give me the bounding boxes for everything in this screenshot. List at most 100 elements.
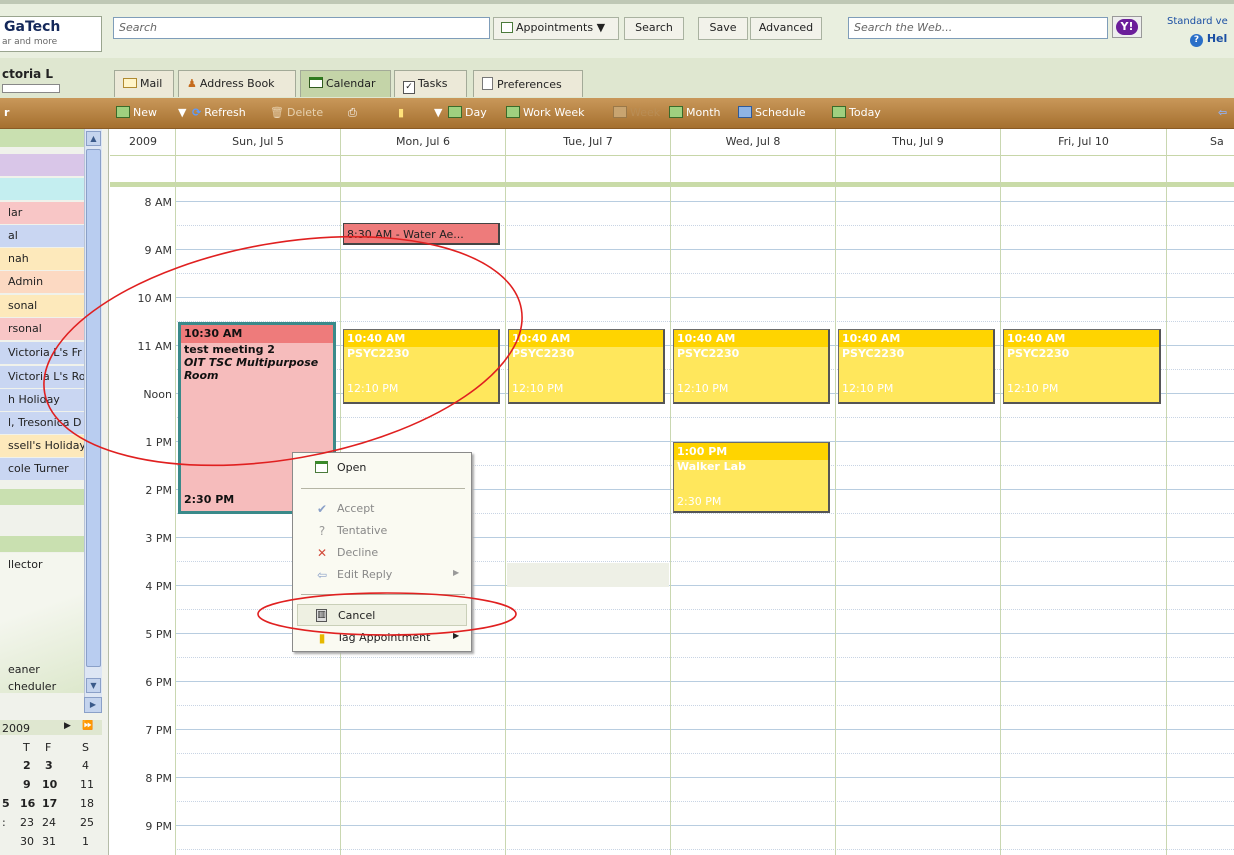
appointment-end: 12:10 PM	[677, 382, 729, 395]
menu-item-tentative[interactable]: ? Tentative	[293, 520, 471, 542]
mini-calendar-day[interactable]: 25	[80, 816, 94, 829]
tag-dropdown[interactable]: ▼	[434, 106, 442, 119]
web-search-input[interactable]: Search the Web...	[848, 17, 1108, 39]
scroll-right-arrow-icon[interactable]: ▶	[84, 697, 102, 713]
day-header-thu[interactable]: Thu, Jul 9	[836, 135, 1000, 148]
chevron-down-icon: ▼	[596, 21, 606, 34]
sidebar-scrollbar[interactable]: ▲ ▼	[84, 129, 102, 703]
calendar-list-item[interactable]	[0, 178, 84, 200]
mini-calendar-day[interactable]: 4	[82, 759, 89, 772]
today-button[interactable]: Today	[832, 106, 881, 119]
advanced-search-button[interactable]: Advanced	[750, 17, 822, 40]
day-header-sat[interactable]: Sa	[1210, 135, 1234, 148]
calendar-list-item[interactable]: Admin	[0, 271, 84, 293]
day-header-tue[interactable]: Tue, Jul 7	[506, 135, 670, 148]
menu-item-open[interactable]: Open	[293, 457, 471, 479]
help-link[interactable]: ? Hel	[1190, 32, 1227, 47]
appointment-psyc2230[interactable]: 10:40 AM PSYC2230 12:10 PM	[838, 329, 995, 404]
appointment-psyc2230[interactable]: 10:40 AM PSYC2230 12:10 PM	[508, 329, 665, 404]
search-scope-select[interactable]: Appointments ▼	[493, 17, 619, 40]
mini-calendar-day[interactable]: 18	[80, 797, 94, 810]
print-button[interactable]: ⎙	[348, 106, 357, 120]
all-day-row[interactable]	[110, 156, 1234, 187]
zimlet-item[interactable]: cheduler	[0, 676, 84, 698]
tab-mail[interactable]: Mail	[114, 70, 174, 97]
prev-arrow-icon[interactable]: ⇦	[1218, 106, 1227, 119]
scroll-up-arrow-icon[interactable]: ▲	[86, 131, 101, 146]
tab-preferences[interactable]: Preferences	[473, 70, 583, 97]
calendar-list-item[interactable]: nah	[0, 248, 84, 270]
week-view-button[interactable]: Week	[613, 106, 660, 119]
menu-item-accept[interactable]: ✔ Accept	[293, 498, 471, 520]
day-header-fri[interactable]: Fri, Jul 10	[1001, 135, 1166, 148]
calendar-label: sonal	[8, 299, 38, 312]
menu-item-edit-reply[interactable]: ⇦ Edit Reply ▶	[293, 564, 471, 586]
calendar-list-item[interactable]	[0, 154, 84, 176]
mini-calendar-next-year-icon[interactable]: ⏩	[82, 721, 93, 731]
appointment-psyc2230[interactable]: 10:40 AM PSYC2230 12:10 PM	[1003, 329, 1161, 404]
day-header-sun[interactable]: Sun, Jul 5	[176, 135, 340, 148]
mini-calendar-day[interactable]: 11	[80, 778, 94, 791]
schedule-view-button[interactable]: Schedule	[738, 106, 806, 119]
calendar-list-item[interactable]: cole Turner	[0, 458, 84, 480]
appointment-start: 10:40 AM	[1004, 330, 1159, 347]
tab-calendar[interactable]: Calendar	[300, 70, 391, 97]
calendar-list-item[interactable]: ssell's Holiday	[0, 435, 84, 457]
mini-calendar-day[interactable]: 5	[2, 797, 10, 810]
month-view-button[interactable]: Month	[669, 106, 720, 119]
mini-calendar-day[interactable]: 17	[42, 797, 57, 810]
mini-calendar-day[interactable]: 30	[20, 835, 34, 848]
calendar-label: l, Tresonica D	[8, 416, 82, 429]
mini-calendar-next-month-icon[interactable]: ▶	[64, 721, 71, 731]
mini-calendar-weekday: T	[23, 741, 30, 754]
mini-calendar-day[interactable]: 23	[20, 816, 34, 829]
free-slot-highlight	[507, 563, 669, 587]
tab-tasks[interactable]: ✓ Tasks	[394, 70, 467, 97]
calendar-list-item[interactable]: Victoria L's Fr	[0, 342, 84, 364]
mini-calendar-day[interactable]: 9	[23, 778, 31, 791]
day-header-mon[interactable]: Mon, Jul 6	[341, 135, 505, 148]
menu-item-decline[interactable]: ✕ Decline	[293, 542, 471, 564]
menu-item-cancel[interactable]: ▥ Cancel	[297, 604, 467, 626]
calendar-list-item[interactable]: lar	[0, 202, 84, 224]
delete-button[interactable]: 🗑 Delete	[270, 106, 323, 119]
new-dropdown[interactable]: ▼	[178, 106, 186, 119]
appointment-psyc2230[interactable]: 10:40 AM PSYC2230 12:10 PM	[673, 329, 830, 404]
mini-calendar-day[interactable]: 16	[20, 797, 35, 810]
save-search-button[interactable]: Save	[698, 17, 748, 40]
mini-calendar-day[interactable]: 2	[23, 759, 31, 772]
appointment-water-aerobics[interactable]: 8:30 AM - Water Ae...	[343, 223, 500, 245]
appointment-psyc2230[interactable]: 10:40 AM PSYC2230 12:10 PM	[343, 329, 500, 404]
appointment-walker-lab[interactable]: 1:00 PM Walker Lab 2:30 PM	[673, 442, 830, 513]
search-input[interactable]: Search	[113, 17, 490, 39]
mini-calendar-day[interactable]: 3	[45, 759, 53, 772]
yahoo-search-button[interactable]: Y!	[1112, 16, 1142, 38]
standard-version-link[interactable]: Standard ve	[1167, 16, 1228, 27]
calendar-list-item[interactable]: l, Tresonica D	[0, 412, 84, 434]
calendar-list-item[interactable]: sonal	[0, 295, 84, 317]
zimlet-item[interactable]: llector	[0, 554, 84, 576]
mini-calendar-day[interactable]: :	[2, 816, 6, 829]
day-view-button[interactable]: Day	[448, 106, 487, 119]
scroll-down-arrow-icon[interactable]: ▼	[86, 678, 101, 693]
mini-calendar-day[interactable]: 10	[42, 778, 57, 791]
open-icon	[315, 461, 328, 473]
appointment-end: 2:30 PM	[677, 495, 722, 508]
tab-address-book[interactable]: ♟ Address Book	[178, 70, 296, 97]
search-button[interactable]: Search	[624, 17, 684, 40]
new-button[interactable]: New	[116, 106, 157, 119]
refresh-button[interactable]: ⟳ Refresh	[192, 106, 246, 119]
mini-calendar-day[interactable]: 31	[42, 835, 56, 848]
menu-item-tag-appointment[interactable]: ▮ Tag Appointment ▶	[293, 627, 471, 649]
hour-line	[175, 825, 1234, 826]
mini-calendar-day[interactable]: 1	[82, 835, 89, 848]
work-week-view-button[interactable]: Work Week	[506, 106, 585, 119]
calendar-list-item[interactable]: al	[0, 225, 84, 247]
calendar-list-item[interactable]: rsonal	[0, 318, 84, 340]
calendar-list-item[interactable]: h Holiday	[0, 389, 84, 411]
calendar-list-item[interactable]: Victoria L's Ro	[0, 366, 84, 388]
day-header-wed[interactable]: Wed, Jul 8	[671, 135, 835, 148]
scrollbar-thumb[interactable]	[86, 149, 101, 667]
tag-button[interactable]: ▮	[398, 106, 404, 119]
mini-calendar-day[interactable]: 24	[42, 816, 56, 829]
